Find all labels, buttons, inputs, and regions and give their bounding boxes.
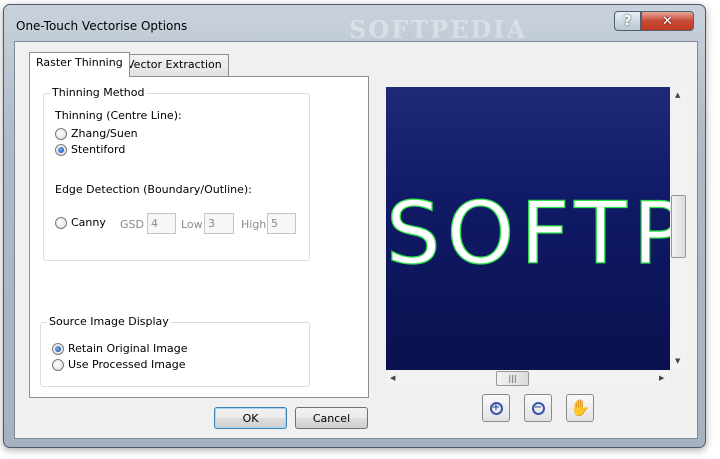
radio-circle[interactable] xyxy=(55,216,67,229)
hand-pan-icon: ✋ xyxy=(570,398,590,417)
preview-image-text: SOFTP xyxy=(386,183,670,284)
title-bar[interactable]: One-Touch Vectorise Options SOFTPEDIA ? … xyxy=(4,5,705,45)
vertical-scrollbar[interactable]: ▲ ▼ xyxy=(670,87,687,370)
dialog-window: One-Touch Vectorise Options SOFTPEDIA ? … xyxy=(3,4,706,448)
scroll-left-icon[interactable]: ◀ xyxy=(390,374,395,382)
cancel-button[interactable]: Cancel xyxy=(295,407,368,429)
zoom-out-button[interactable]: − xyxy=(524,394,552,422)
use-processed-label: Use Processed Image xyxy=(68,358,186,371)
softpedia-watermark: SOFTPEDIA xyxy=(349,15,528,44)
zoom-out-icon: − xyxy=(531,401,545,415)
stentiford-radio[interactable]: Stentiford xyxy=(55,143,125,156)
raster-thinning-panel: Thinning Method Thinning (Centre Line): … xyxy=(29,76,369,398)
high-label: High xyxy=(241,218,267,231)
retain-original-label: Retain Original Image xyxy=(68,342,188,355)
tab-vector-extraction[interactable]: Vector Extraction xyxy=(120,54,229,76)
ok-button[interactable]: OK xyxy=(214,407,287,429)
stentiford-label: Stentiford xyxy=(71,143,126,156)
thinning-method-label: Thinning Method xyxy=(50,86,147,99)
scroll-down-icon[interactable]: ▼ xyxy=(675,357,680,365)
centre-line-label: Thinning (Centre Line): xyxy=(55,109,182,122)
zoom-in-icon: + xyxy=(489,401,503,415)
zhang-suen-radio[interactable]: Zhang/Suen xyxy=(55,127,138,140)
dialog-client-area: Raster Thinning Vector Extraction Thinni… xyxy=(14,41,698,439)
scroll-right-icon[interactable]: ▶ xyxy=(659,374,664,382)
thinning-method-group: Thinning Method Thinning (Centre Line): … xyxy=(43,86,310,261)
source-image-display-group: Source Image Display Retain Original Ima… xyxy=(40,315,310,387)
pan-button[interactable]: ✋ xyxy=(566,394,594,422)
horizontal-scroll-thumb[interactable]: ||| xyxy=(496,371,529,386)
vertical-scroll-thumb[interactable] xyxy=(671,195,686,258)
source-image-display-label: Source Image Display xyxy=(47,315,171,328)
window-title: One-Touch Vectorise Options xyxy=(16,19,188,33)
radio-circle-checked[interactable] xyxy=(52,342,64,355)
canny-label: Canny xyxy=(71,216,106,229)
tab-raster-thinning[interactable]: Raster Thinning xyxy=(29,52,130,77)
help-button[interactable]: ? xyxy=(614,11,641,31)
edge-detection-label: Edge Detection (Boundary/Outline): xyxy=(55,183,252,196)
scroll-up-icon[interactable]: ▲ xyxy=(675,91,680,99)
retain-original-radio[interactable]: Retain Original Image xyxy=(52,342,188,355)
low-input[interactable]: 3 xyxy=(204,213,234,234)
zhang-suen-label: Zhang/Suen xyxy=(71,127,138,140)
canny-radio[interactable]: Canny xyxy=(55,216,106,229)
high-input[interactable]: 5 xyxy=(267,213,296,234)
gsd-label: GSD xyxy=(120,218,144,231)
low-label: Low xyxy=(181,218,203,231)
zoom-in-button[interactable]: + xyxy=(482,394,510,422)
gsd-input[interactable]: 4 xyxy=(147,213,176,234)
radio-circle[interactable] xyxy=(55,127,67,140)
close-button[interactable]: ✕ xyxy=(641,11,694,31)
radio-circle[interactable] xyxy=(52,358,64,371)
preview-canvas[interactable]: SOFTP xyxy=(386,87,670,370)
horizontal-scrollbar[interactable]: ◀ ||| ▶ xyxy=(386,370,670,387)
use-processed-radio[interactable]: Use Processed Image xyxy=(52,358,185,371)
radio-circle-checked[interactable] xyxy=(55,143,67,156)
